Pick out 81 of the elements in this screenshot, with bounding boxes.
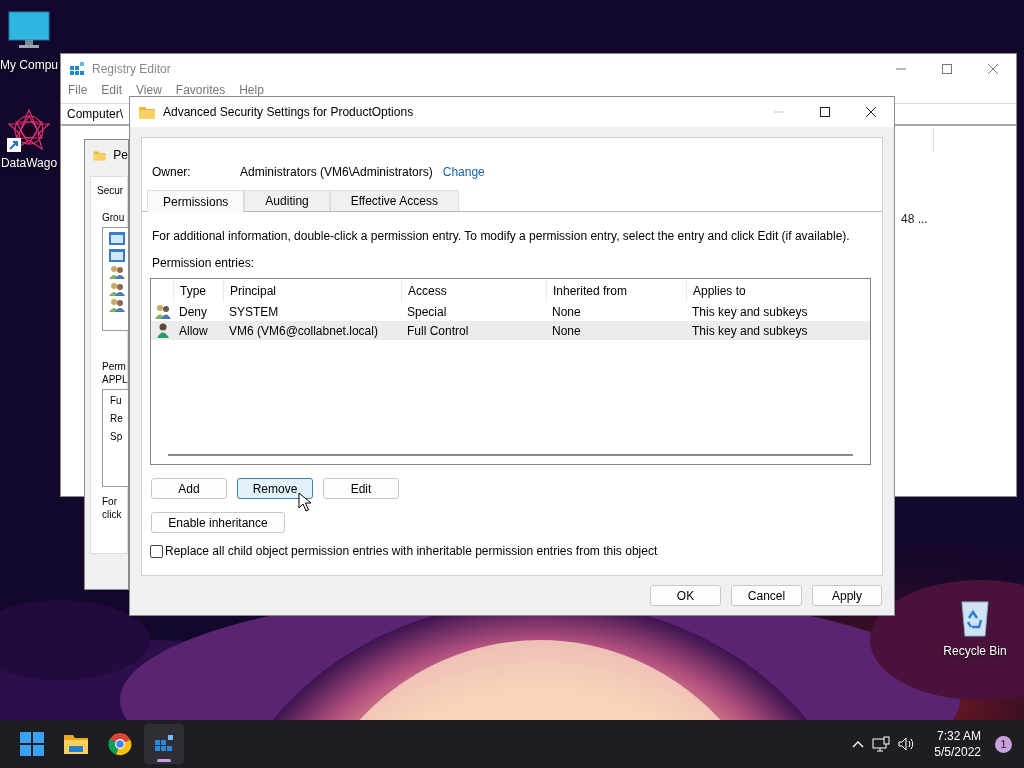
- notification-badge[interactable]: 1: [995, 735, 1012, 753]
- shortcut-arrow-icon: [7, 138, 21, 152]
- group-icon[interactable]: [109, 232, 125, 246]
- window-title: Registry Editor: [92, 62, 171, 76]
- table-cell-text: Special: [406, 304, 448, 319]
- clock-date[interactable]: 5/5/2022: [934, 744, 981, 760]
- mouse-pointer-icon: [298, 492, 312, 512]
- close-button[interactable]: [866, 107, 876, 117]
- table-cell-text: This key and subkeys: [691, 304, 809, 319]
- address-text[interactable]: Computer\: [67, 107, 124, 121]
- menu-item[interactable]: Edit: [101, 84, 123, 97]
- button[interactable]: Apply: [812, 585, 882, 606]
- window-title: Advanced Security Settings for ProductOptions: [163, 105, 414, 119]
- table-cell-text: This key and subkeys: [691, 323, 809, 338]
- button[interactable]: Cancel: [731, 585, 802, 606]
- menu-item[interactable]: View: [136, 84, 162, 97]
- table-cell-text: None: [551, 304, 582, 319]
- tab[interactable]: Permissions: [147, 190, 245, 212]
- field-label: Grou: [102, 212, 125, 223]
- table-cell-text: SYSTEM: [228, 304, 280, 319]
- table-cell-text: None: [551, 323, 582, 338]
- button[interactable]: Add: [151, 478, 227, 499]
- folder-icon[interactable]: [63, 733, 89, 755]
- chevron-up-icon[interactable]: [852, 740, 865, 748]
- menu-item[interactable]: Favorites: [175, 84, 226, 97]
- browser-icon[interactable]: [108, 732, 132, 756]
- field-label: APPL: [102, 373, 128, 386]
- field-label: Owner:: [152, 165, 192, 179]
- group-icon[interactable]: [109, 248, 125, 263]
- owner-value: Administrators (VM6\Administrators): [240, 165, 433, 179]
- menu-item[interactable]: File: [68, 84, 88, 97]
- menu-item[interactable]: Help: [239, 84, 264, 97]
- change-link[interactable]: Change: [442, 165, 485, 179]
- table-row[interactable]: Allow VM6 (VM6@collabnet.local) Full Control None This key and subkeys: [151, 321, 870, 340]
- user-icon: [155, 323, 171, 338]
- table-cell-text: VM6 (VM6@collabnet.local): [228, 323, 379, 338]
- note-text: For: [102, 495, 118, 508]
- tab[interactable]: Auditing: [244, 190, 330, 211]
- clock-time[interactable]: 7:32 AM: [936, 728, 981, 744]
- monitor-icon[interactable]: [7, 10, 51, 50]
- button[interactable]: OK: [650, 585, 721, 606]
- checkbox[interactable]: [150, 544, 163, 558]
- window-title: Pe: [113, 148, 128, 162]
- tab[interactable]: Secur: [97, 185, 124, 196]
- icon-label[interactable]: My Compu: [0, 58, 58, 72]
- table-row[interactable]: Deny SYSTEM Special None This key and subkeys: [151, 302, 870, 321]
- users-icon[interactable]: [109, 265, 125, 279]
- note-text: click: [102, 508, 122, 521]
- start-button[interactable]: [20, 732, 44, 756]
- button[interactable]: Edit: [323, 478, 399, 499]
- column-header[interactable]: Applies to: [686, 280, 870, 302]
- maximize-button[interactable]: [820, 107, 830, 117]
- checkbox-label[interactable]: Replace all child object permission entries with inheritable permission entries from this object: [165, 544, 658, 558]
- table-cell: 48 ...: [901, 212, 928, 226]
- column-header[interactable]: Inherited from: [546, 280, 686, 302]
- enable-inheritance-button[interactable]: Enable inheritance: [151, 512, 285, 533]
- column-header[interactable]: Principal: [223, 280, 401, 302]
- scrollbar[interactable]: [168, 454, 853, 456]
- field-label: Permission entries:: [151, 255, 256, 270]
- star-pattern-icon[interactable]: [7, 108, 51, 152]
- folder-icon: [138, 104, 156, 120]
- list-item: Fu: [110, 395, 122, 406]
- button[interactable]: Remove: [237, 478, 313, 499]
- table-cell-text: Deny: [178, 304, 208, 319]
- list-item: Re: [110, 413, 123, 424]
- list-item: Sp: [110, 431, 123, 442]
- tab[interactable]: Effective Access: [329, 190, 459, 211]
- users-icon[interactable]: [109, 298, 125, 312]
- column-header[interactable]: Type: [173, 280, 223, 302]
- field-label: Perm: [102, 360, 127, 373]
- network-icon[interactable]: [872, 736, 891, 752]
- icon-label[interactable]: DataWago: [0, 156, 58, 170]
- info-text: For additional information, double-click a permission entry. To modify a permission entry, select the entry and click Edit (if available).: [151, 228, 851, 243]
- table-cell-text: Allow: [178, 323, 209, 338]
- table-cell-text: Full Control: [406, 323, 470, 338]
- users-icon: [155, 304, 171, 319]
- icon-label[interactable]: Recycle Bin: [943, 644, 1007, 658]
- registry-icon: [69, 61, 85, 77]
- running-indicator: [157, 759, 171, 762]
- users-icon[interactable]: [109, 281, 125, 296]
- column-header[interactable]: Access: [401, 280, 546, 302]
